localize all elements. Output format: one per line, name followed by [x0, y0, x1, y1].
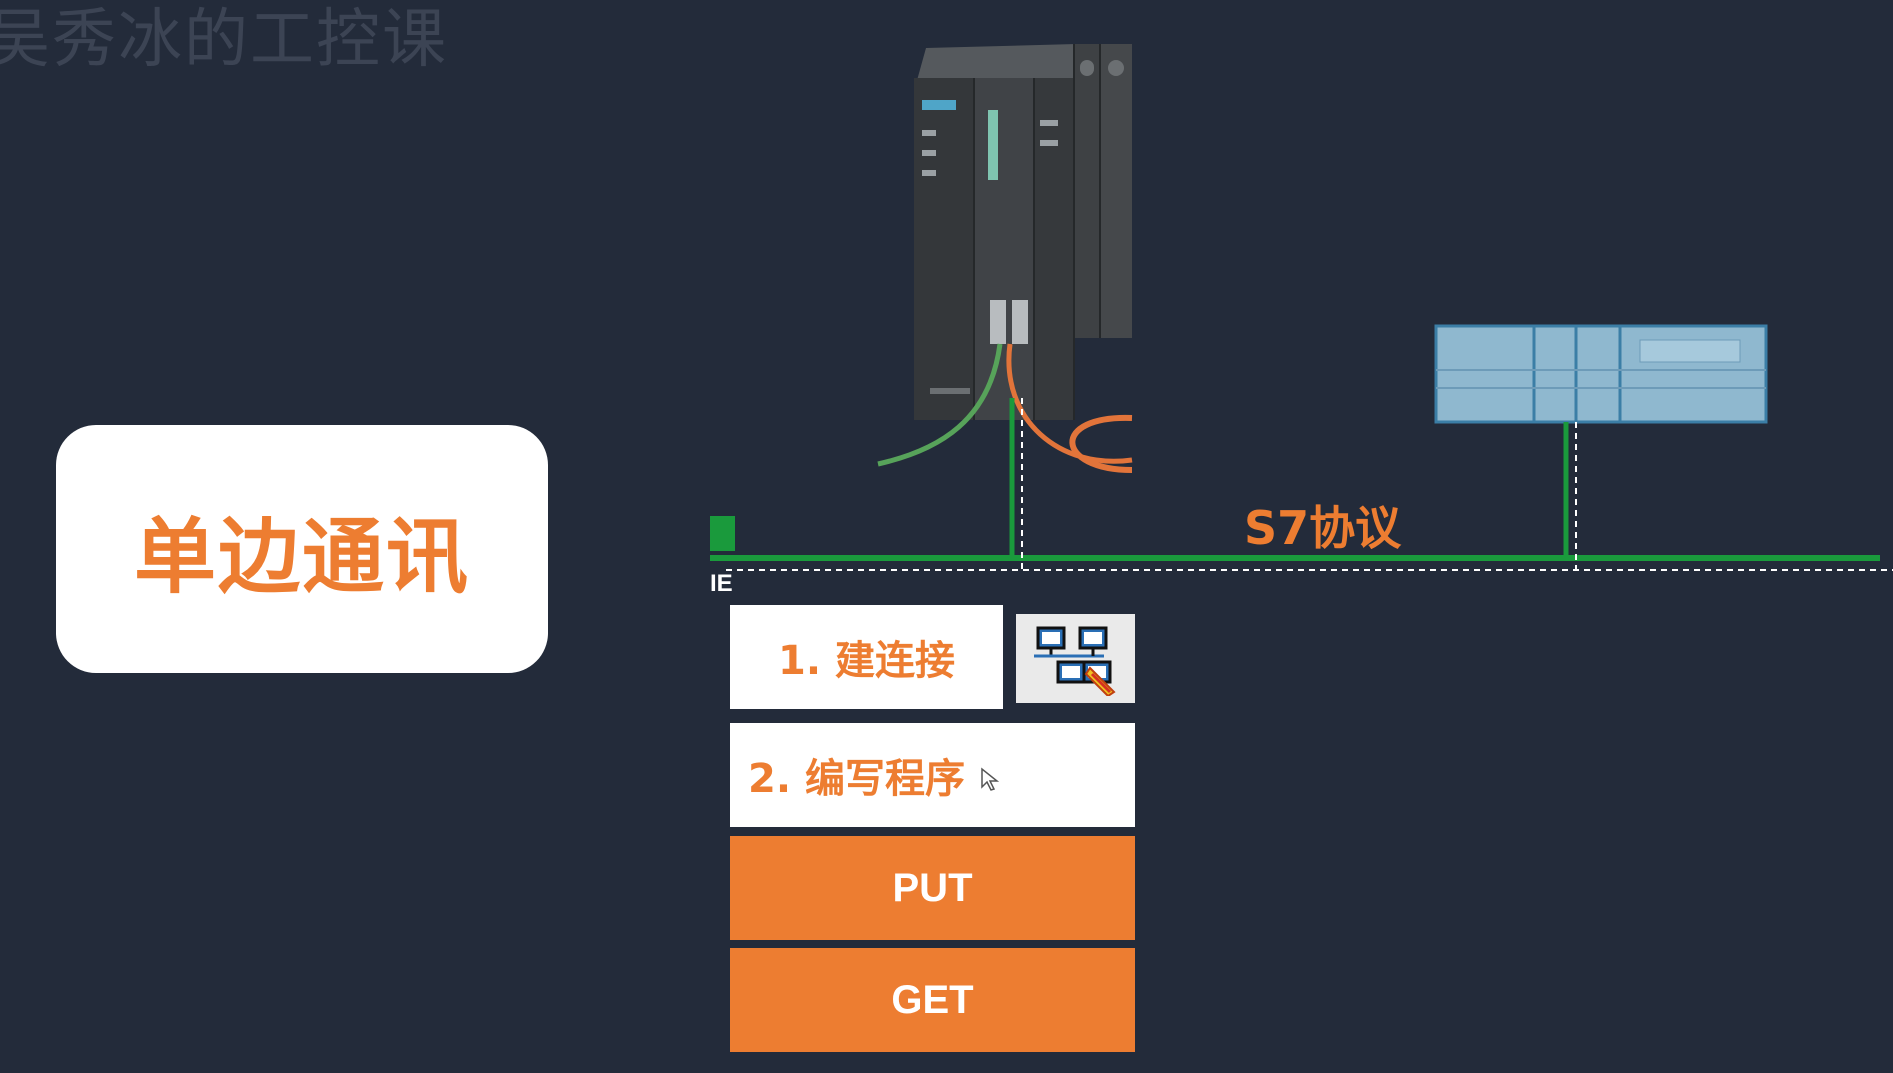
- protocol-label: S7协议: [1244, 501, 1402, 555]
- get-block: GET: [730, 948, 1135, 1052]
- get-label: GET: [891, 977, 974, 1022]
- plc-s7-400-icon: [877, 44, 1133, 473]
- step-2-label: 2. 编写程序: [748, 756, 965, 802]
- step-1-label: 1. 建连接: [778, 638, 955, 684]
- mouse-cursor-icon: [981, 767, 1000, 791]
- network-connection-icon: [1016, 614, 1135, 703]
- plc-s7-1200-icon: [1434, 324, 1768, 424]
- put-block: PUT: [730, 836, 1135, 940]
- step-create-connection: 1. 建连接: [730, 605, 1003, 709]
- step-write-program: 2. 编写程序: [730, 723, 1135, 827]
- ie-label: IE: [710, 570, 733, 597]
- put-label: PUT: [892, 865, 973, 910]
- ie-port-marker: [710, 516, 735, 551]
